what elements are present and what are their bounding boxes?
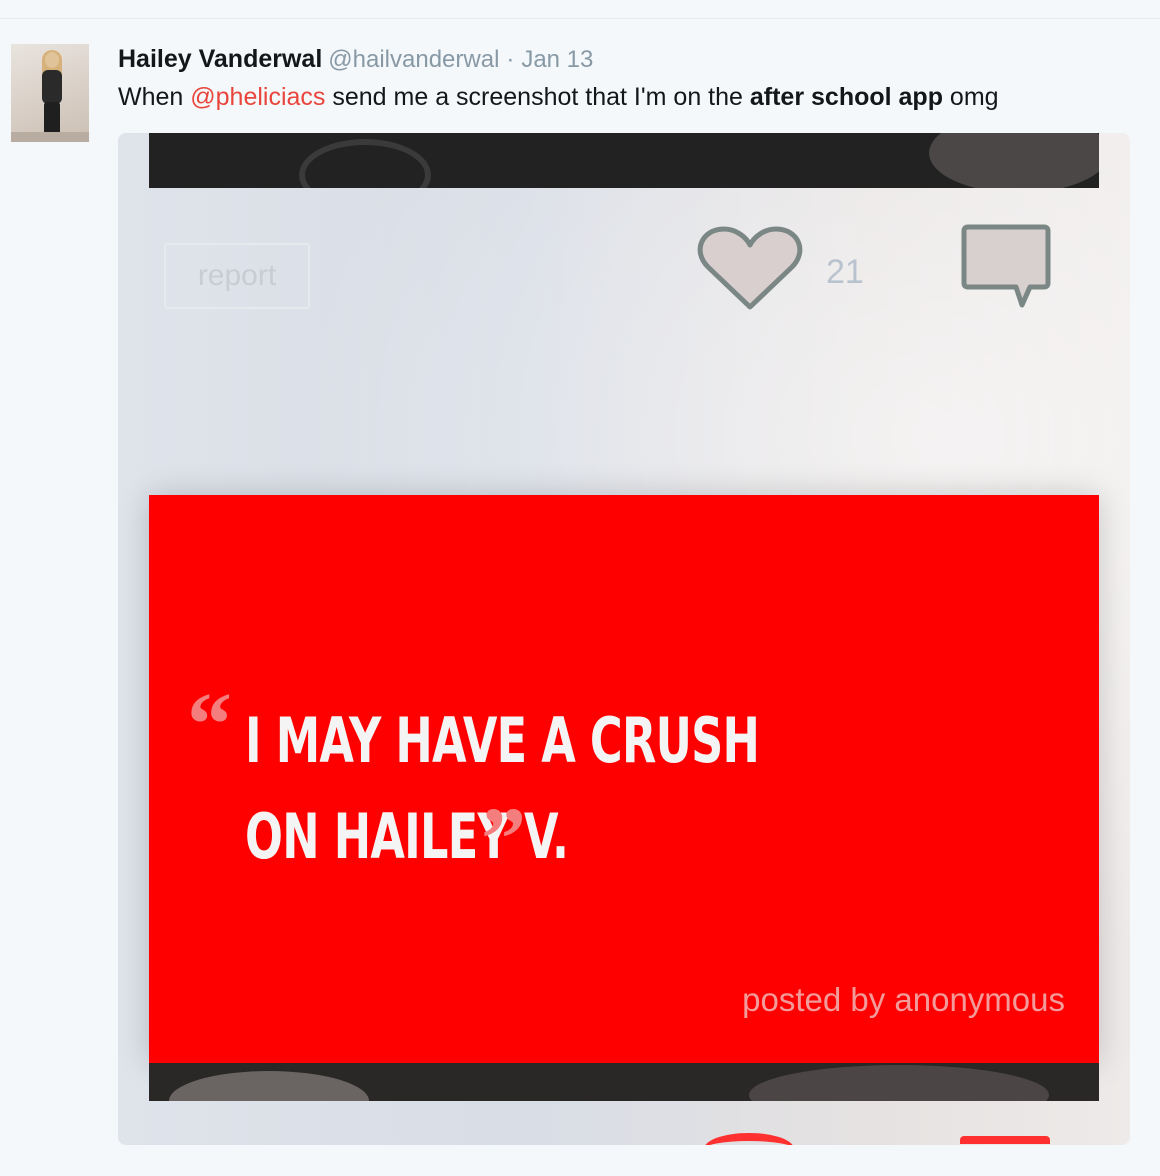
avatar-legs — [44, 102, 60, 136]
comment-icon-partial — [960, 1136, 1050, 1145]
header-separator: · — [506, 46, 515, 73]
avatar[interactable] — [11, 44, 89, 142]
tweet-date[interactable]: Jan 13 — [521, 46, 593, 73]
confession-card[interactable]: “ I MAY HAVE A CRUSH ON HAILEY V. ” post… — [149, 495, 1099, 1063]
tweet-text-bold: after school app — [749, 83, 943, 111]
bottom-strip-shape — [169, 1071, 369, 1101]
heart-icon[interactable] — [696, 223, 804, 313]
author-handle[interactable]: @hailvanderwal — [328, 46, 499, 73]
bottom-strip-shape-2 — [749, 1065, 1049, 1101]
top-divider — [0, 18, 1160, 19]
tweet-text: When @pheliciacs send me a screenshot th… — [118, 82, 999, 112]
tweet-media-image[interactable]: report 21 “ I MAY HAVE A CRUSH ON HAILEY… — [118, 133, 1130, 1145]
media-top-strip — [149, 133, 1099, 188]
avatar-head — [45, 52, 59, 68]
close-quote-mark: ” — [481, 790, 526, 889]
like-count: 21 — [826, 253, 864, 291]
tweet-header: Hailey Vanderwal @hailvanderwal · Jan 13 — [118, 44, 593, 75]
media-bottom-strip — [149, 1063, 1099, 1101]
posted-by-label: posted by anonymous — [742, 981, 1065, 1018]
top-strip-shape — [299, 139, 431, 188]
author-name[interactable]: Hailey Vanderwal — [118, 45, 322, 73]
tweet-text-end: omg — [942, 83, 999, 111]
top-strip-shape-2 — [929, 133, 1099, 188]
avatar-body — [42, 70, 62, 104]
comment-icon[interactable] — [960, 221, 1052, 311]
open-quote-mark: “ — [187, 675, 232, 774]
avatar-floor — [11, 132, 89, 142]
tweet-text-middle: send me a screenshot that I'm on the — [325, 83, 750, 111]
report-button[interactable]: report — [164, 243, 310, 309]
tweet-text-start: When — [118, 83, 191, 111]
mention-link[interactable]: @pheliciacs — [190, 83, 325, 111]
